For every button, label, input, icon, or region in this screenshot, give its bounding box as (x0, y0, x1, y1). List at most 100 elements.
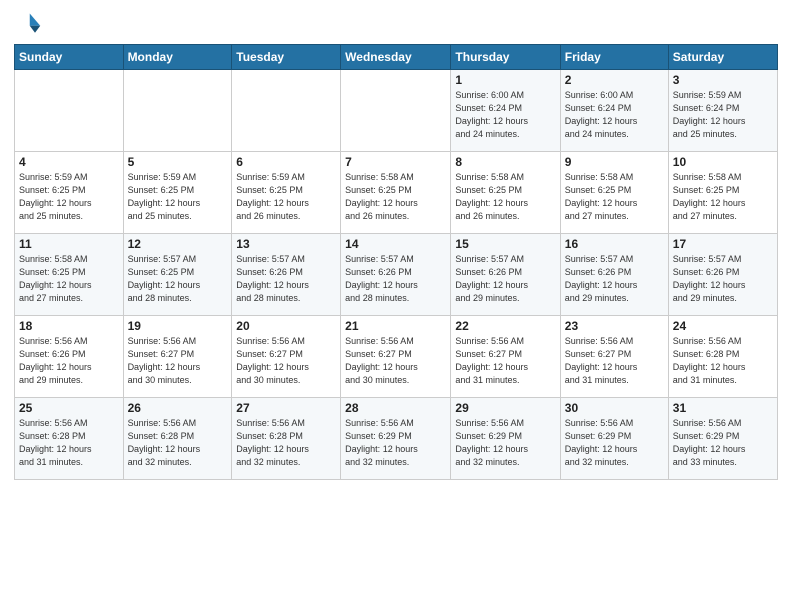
day-info: Sunrise: 5:58 AM Sunset: 6:25 PM Dayligh… (565, 171, 664, 223)
calendar-table: SundayMondayTuesdayWednesdayThursdayFrid… (14, 44, 778, 480)
day-info: Sunrise: 5:56 AM Sunset: 6:29 PM Dayligh… (455, 417, 555, 469)
week-row-2: 4 Sunrise: 5:59 AM Sunset: 6:25 PM Daylig… (15, 152, 778, 234)
day-number: 19 (128, 319, 228, 333)
day-number: 23 (565, 319, 664, 333)
column-header-monday: Monday (123, 45, 232, 70)
calendar-body: 1 Sunrise: 6:00 AM Sunset: 6:24 PM Daylig… (15, 70, 778, 480)
calendar-cell: 22 Sunrise: 5:56 AM Sunset: 6:27 PM Dayli… (451, 316, 560, 398)
day-info: Sunrise: 5:59 AM Sunset: 6:24 PM Dayligh… (673, 89, 773, 141)
day-info: Sunrise: 5:57 AM Sunset: 6:26 PM Dayligh… (345, 253, 446, 305)
header-row: SundayMondayTuesdayWednesdayThursdayFrid… (15, 45, 778, 70)
day-info: Sunrise: 5:56 AM Sunset: 6:26 PM Dayligh… (19, 335, 119, 387)
calendar-cell: 27Sunrise: 5:56 AM Sunset: 6:28 PM Dayli… (232, 398, 341, 480)
week-row-4: 18 Sunrise: 5:56 AM Sunset: 6:26 PM Dayli… (15, 316, 778, 398)
day-info: Sunrise: 5:59 AM Sunset: 6:25 PM Dayligh… (19, 171, 119, 223)
day-info: Sunrise: 5:56 AM Sunset: 6:27 PM Dayligh… (128, 335, 228, 387)
week-row-1: 1 Sunrise: 6:00 AM Sunset: 6:24 PM Daylig… (15, 70, 778, 152)
calendar-cell: 1Sunrise: 6:00 AM Sunset: 6:24 PM Daylig… (451, 70, 560, 152)
day-info: Sunrise: 5:57 AM Sunset: 6:26 PM Dayligh… (673, 253, 773, 305)
calendar-cell: 26 Sunrise: 5:56 AM Sunset: 6:28 PM Dayli… (123, 398, 232, 480)
week-row-5: 25Sunrise: 5:56 AM Sunset: 6:28 PM Dayli… (15, 398, 778, 480)
day-info: Sunrise: 5:58 AM Sunset: 6:25 PM Dayligh… (455, 171, 555, 223)
calendar-cell: 11 Sunrise: 5:58 AM Sunset: 6:25 PM Dayli… (15, 234, 124, 316)
day-number: 29 (455, 401, 555, 415)
day-number: 31 (673, 401, 773, 415)
day-number: 30 (565, 401, 664, 415)
day-info: Sunrise: 5:57 AM Sunset: 6:26 PM Dayligh… (565, 253, 664, 305)
day-number: 6 (236, 155, 336, 169)
calendar-cell: 25Sunrise: 5:56 AM Sunset: 6:28 PM Dayli… (15, 398, 124, 480)
calendar-cell: 31 Sunrise: 5:56 AM Sunset: 6:29 PM Dayli… (668, 398, 777, 480)
day-number: 15 (455, 237, 555, 251)
calendar-cell: 9 Sunrise: 5:58 AM Sunset: 6:25 PM Daylig… (560, 152, 668, 234)
day-info: Sunrise: 5:56 AM Sunset: 6:29 PM Dayligh… (345, 417, 446, 469)
day-info: Sunrise: 5:56 AM Sunset: 6:28 PM Dayligh… (236, 417, 336, 469)
calendar-cell: 16Sunrise: 5:57 AM Sunset: 6:26 PM Dayli… (560, 234, 668, 316)
day-info: Sunrise: 5:57 AM Sunset: 6:26 PM Dayligh… (455, 253, 555, 305)
calendar-cell: 13 Sunrise: 5:57 AM Sunset: 6:26 PM Dayli… (232, 234, 341, 316)
day-info: Sunrise: 5:59 AM Sunset: 6:25 PM Dayligh… (128, 171, 228, 223)
calendar-cell: 2 Sunrise: 6:00 AM Sunset: 6:24 PM Daylig… (560, 70, 668, 152)
day-info: Sunrise: 5:56 AM Sunset: 6:27 PM Dayligh… (345, 335, 446, 387)
day-number: 22 (455, 319, 555, 333)
calendar-cell: 8 Sunrise: 5:58 AM Sunset: 6:25 PM Daylig… (451, 152, 560, 234)
day-number: 2 (565, 73, 664, 87)
day-number: 20 (236, 319, 336, 333)
calendar-cell (15, 70, 124, 152)
column-header-sunday: Sunday (15, 45, 124, 70)
day-info: Sunrise: 5:56 AM Sunset: 6:28 PM Dayligh… (19, 417, 119, 469)
day-info: Sunrise: 5:56 AM Sunset: 6:27 PM Dayligh… (236, 335, 336, 387)
calendar-cell: 19 Sunrise: 5:56 AM Sunset: 6:27 PM Dayli… (123, 316, 232, 398)
day-info: Sunrise: 5:57 AM Sunset: 6:26 PM Dayligh… (236, 253, 336, 305)
calendar-header: SundayMondayTuesdayWednesdayThursdayFrid… (15, 45, 778, 70)
day-number: 26 (128, 401, 228, 415)
day-info: Sunrise: 5:56 AM Sunset: 6:29 PM Dayligh… (565, 417, 664, 469)
calendar-cell: 12 Sunrise: 5:57 AM Sunset: 6:25 PM Dayli… (123, 234, 232, 316)
calendar-cell: 18 Sunrise: 5:56 AM Sunset: 6:26 PM Dayli… (15, 316, 124, 398)
calendar-cell: 24 Sunrise: 5:56 AM Sunset: 6:28 PM Dayli… (668, 316, 777, 398)
column-header-thursday: Thursday (451, 45, 560, 70)
column-header-wednesday: Wednesday (341, 45, 451, 70)
day-info: Sunrise: 5:56 AM Sunset: 6:27 PM Dayligh… (455, 335, 555, 387)
day-info: Sunrise: 5:58 AM Sunset: 6:25 PM Dayligh… (345, 171, 446, 223)
day-number: 17 (673, 237, 773, 251)
logo (14, 10, 46, 38)
calendar-cell (341, 70, 451, 152)
calendar-cell: 15 Sunrise: 5:57 AM Sunset: 6:26 PM Dayli… (451, 234, 560, 316)
calendar-cell: 21Sunrise: 5:56 AM Sunset: 6:27 PM Dayli… (341, 316, 451, 398)
calendar-cell: 7 Sunrise: 5:58 AM Sunset: 6:25 PM Daylig… (341, 152, 451, 234)
day-info: Sunrise: 5:57 AM Sunset: 6:25 PM Dayligh… (128, 253, 228, 305)
day-number: 4 (19, 155, 119, 169)
day-info: Sunrise: 5:56 AM Sunset: 6:27 PM Dayligh… (565, 335, 664, 387)
day-number: 7 (345, 155, 446, 169)
day-info: Sunrise: 5:56 AM Sunset: 6:29 PM Dayligh… (673, 417, 773, 469)
day-info: Sunrise: 5:56 AM Sunset: 6:28 PM Dayligh… (128, 417, 228, 469)
day-number: 13 (236, 237, 336, 251)
day-number: 24 (673, 319, 773, 333)
calendar-cell: 28Sunrise: 5:56 AM Sunset: 6:29 PM Dayli… (341, 398, 451, 480)
calendar-cell: 30 Sunrise: 5:56 AM Sunset: 6:29 PM Dayli… (560, 398, 668, 480)
calendar-cell: 6 Sunrise: 5:59 AM Sunset: 6:25 PM Daylig… (232, 152, 341, 234)
day-number: 18 (19, 319, 119, 333)
day-info: Sunrise: 5:59 AM Sunset: 6:25 PM Dayligh… (236, 171, 336, 223)
day-number: 10 (673, 155, 773, 169)
day-number: 8 (455, 155, 555, 169)
calendar-cell: 14 Sunrise: 5:57 AM Sunset: 6:26 PM Dayli… (341, 234, 451, 316)
day-info: Sunrise: 5:58 AM Sunset: 6:25 PM Dayligh… (673, 171, 773, 223)
day-info: Sunrise: 5:58 AM Sunset: 6:25 PM Dayligh… (19, 253, 119, 305)
day-number: 11 (19, 237, 119, 251)
day-number: 3 (673, 73, 773, 87)
day-number: 12 (128, 237, 228, 251)
calendar-cell: 3 Sunrise: 5:59 AM Sunset: 6:24 PM Daylig… (668, 70, 777, 152)
day-info: Sunrise: 6:00 AM Sunset: 6:24 PM Dayligh… (565, 89, 664, 141)
calendar-cell: 4 Sunrise: 5:59 AM Sunset: 6:25 PM Daylig… (15, 152, 124, 234)
calendar-cell (232, 70, 341, 152)
day-number: 1 (455, 73, 555, 87)
calendar-cell: 23 Sunrise: 5:56 AM Sunset: 6:27 PM Dayli… (560, 316, 668, 398)
day-number: 5 (128, 155, 228, 169)
day-number: 9 (565, 155, 664, 169)
header (14, 10, 778, 38)
column-header-saturday: Saturday (668, 45, 777, 70)
day-number: 14 (345, 237, 446, 251)
day-info: Sunrise: 5:56 AM Sunset: 6:28 PM Dayligh… (673, 335, 773, 387)
